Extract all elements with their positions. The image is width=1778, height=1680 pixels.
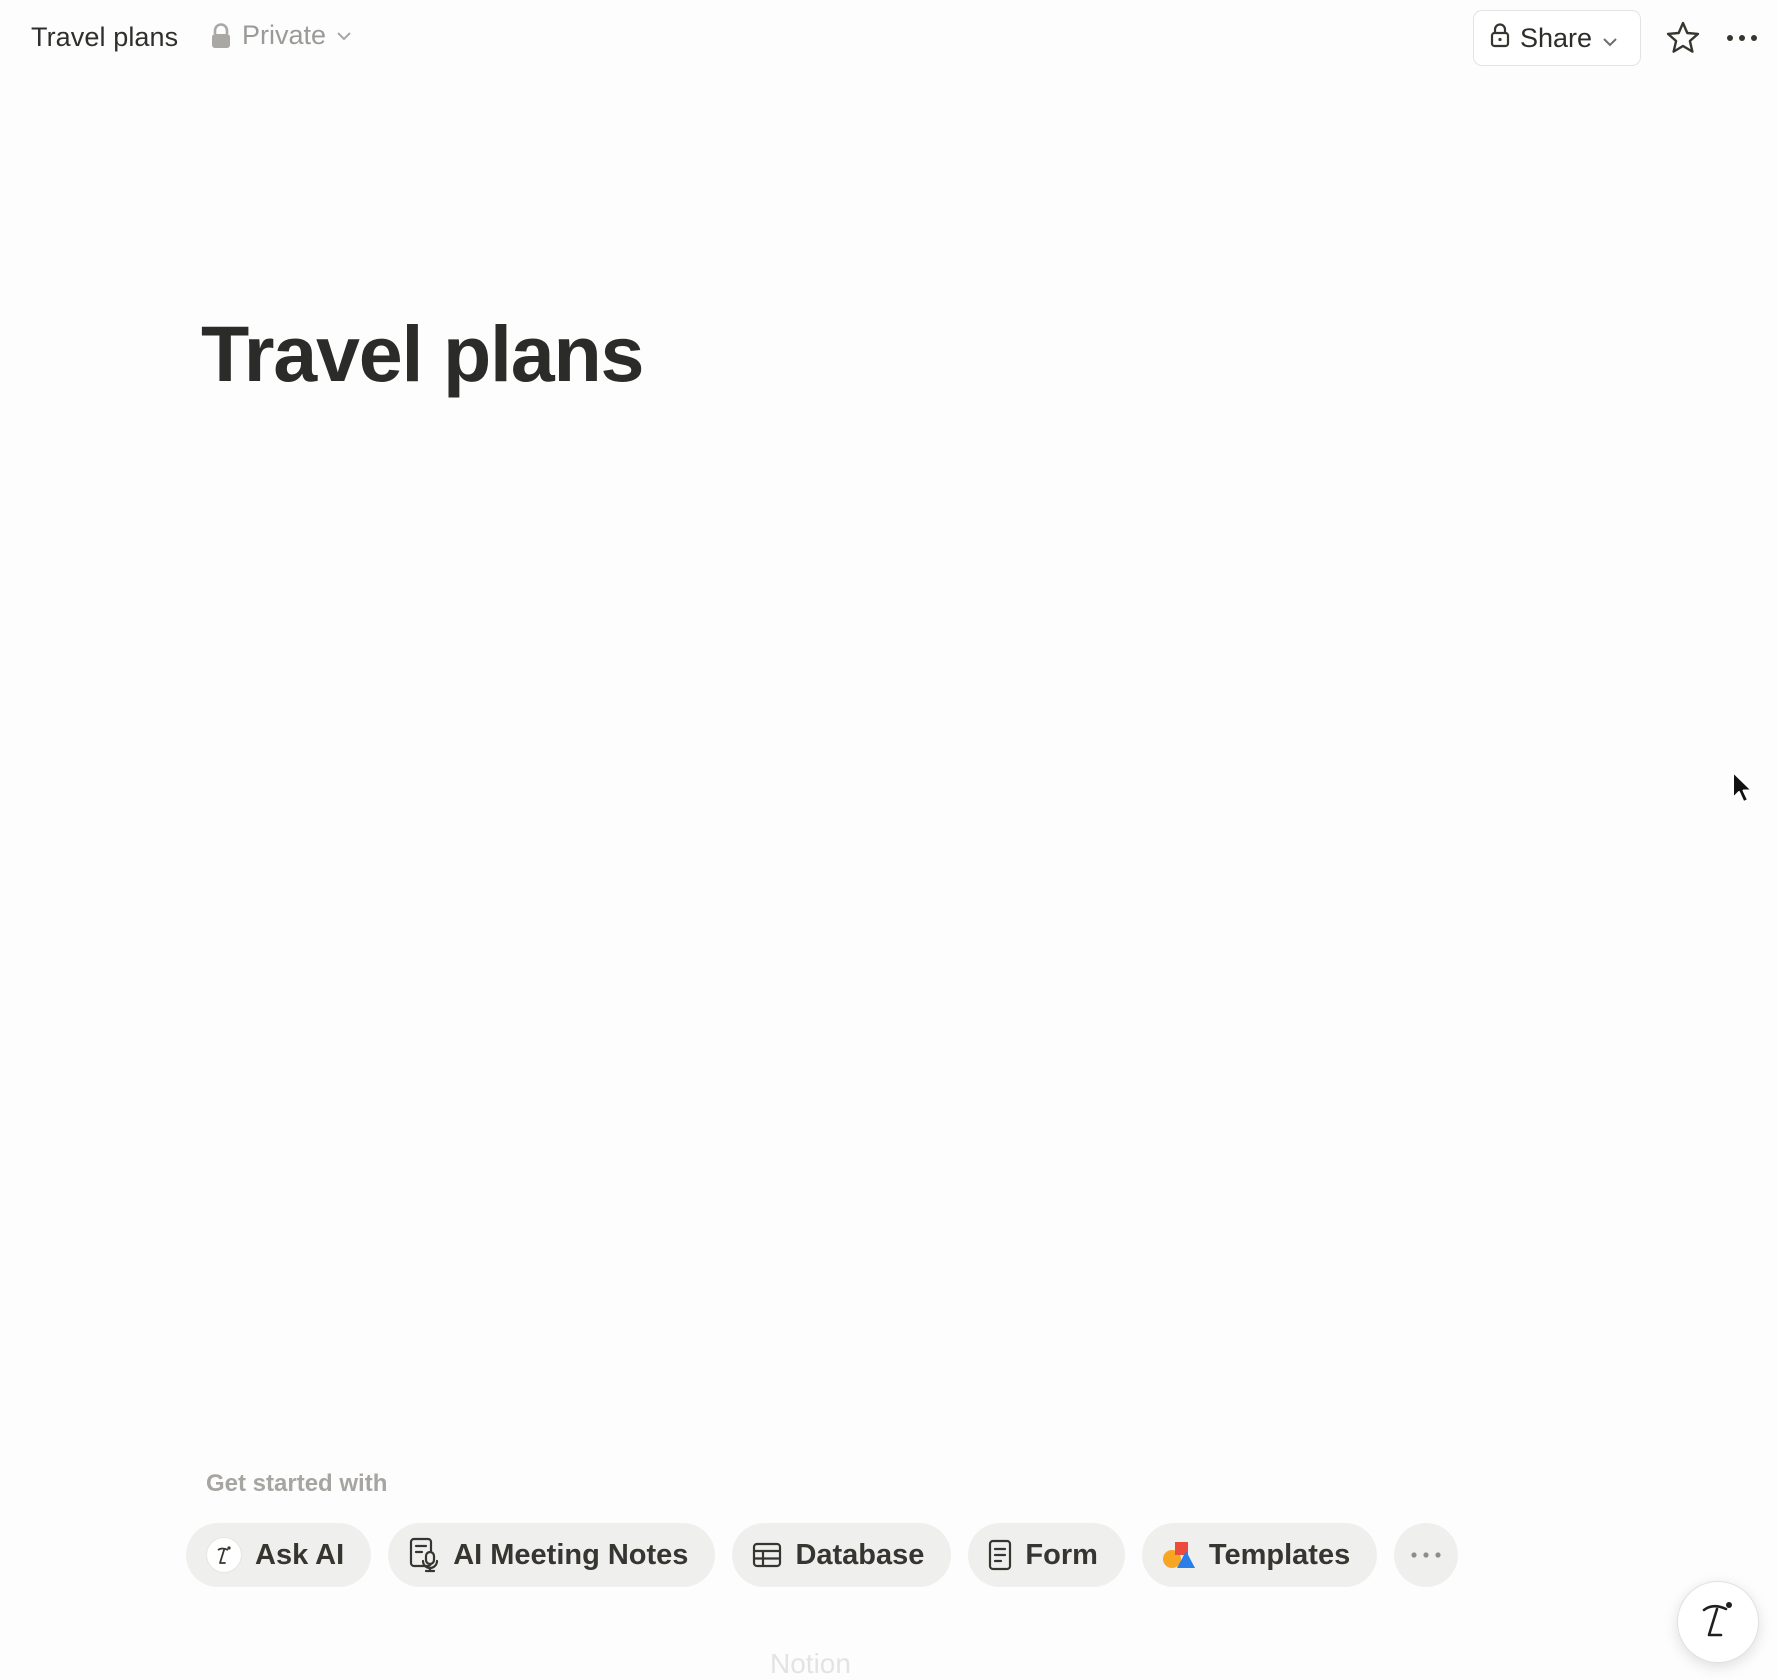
form-chip[interactable]: Form bbox=[968, 1523, 1125, 1587]
lock-icon bbox=[210, 22, 232, 49]
chip-label: Templates bbox=[1208, 1538, 1351, 1571]
share-label: Share bbox=[1520, 22, 1593, 53]
meeting-notes-icon bbox=[408, 1537, 440, 1573]
privacy-label: Private bbox=[242, 20, 327, 50]
chevron-down-icon bbox=[336, 31, 352, 41]
lock-icon bbox=[1490, 22, 1510, 55]
notion-ai-icon bbox=[206, 1537, 242, 1573]
chevron-down-icon bbox=[1602, 23, 1618, 54]
chip-label: Database bbox=[795, 1538, 925, 1571]
breadcrumb-page-title[interactable]: Travel plans bbox=[31, 22, 178, 53]
database-chip[interactable]: Database bbox=[732, 1523, 952, 1587]
more-options-button[interactable] bbox=[1722, 18, 1762, 58]
more-horizontal-icon bbox=[1408, 1549, 1444, 1561]
star-icon bbox=[1663, 21, 1703, 62]
templates-icon bbox=[1162, 1540, 1196, 1570]
get-started-chips: Ask AI AI Meeting Notes Database Form Te… bbox=[186, 1523, 1459, 1587]
mouse-cursor-icon bbox=[1731, 770, 1755, 811]
favorite-star-button[interactable] bbox=[1663, 18, 1703, 58]
more-horizontal-icon bbox=[1722, 35, 1762, 62]
ask-ai-chip[interactable]: Ask AI bbox=[186, 1523, 372, 1587]
more-options-chip[interactable] bbox=[1394, 1523, 1459, 1587]
chip-label: Ask AI bbox=[255, 1538, 345, 1571]
ai-meeting-notes-chip[interactable]: AI Meeting Notes bbox=[388, 1523, 716, 1587]
notion-ai-button[interactable] bbox=[1677, 1581, 1759, 1663]
share-button[interactable]: Share bbox=[1473, 10, 1641, 66]
table-icon bbox=[752, 1542, 782, 1568]
get-started-label: Get started with bbox=[206, 1470, 388, 1497]
privacy-dropdown[interactable]: Private bbox=[210, 20, 352, 51]
top-bar: Travel plans Private Share bbox=[0, 0, 1778, 78]
templates-chip[interactable]: Templates bbox=[1141, 1523, 1378, 1587]
chip-label: AI Meeting Notes bbox=[453, 1538, 689, 1571]
notion-watermark: Notion bbox=[770, 1648, 851, 1679]
page-title[interactable]: Travel plans bbox=[201, 308, 644, 400]
chip-label: Form bbox=[1025, 1538, 1098, 1571]
notion-ai-icon bbox=[1695, 1597, 1741, 1648]
form-icon bbox=[988, 1539, 1012, 1571]
